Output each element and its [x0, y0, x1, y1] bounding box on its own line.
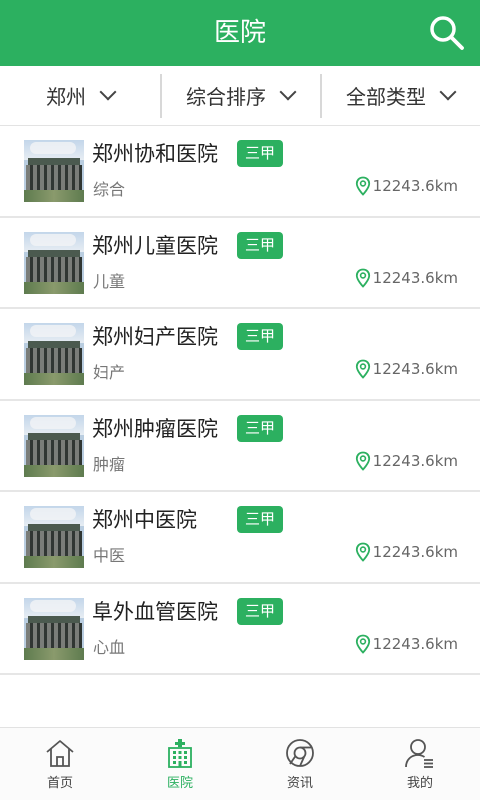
hospital-list-item[interactable]: 郑州儿童医院 三甲 儿童 12243.6km [0, 218, 480, 309]
hospital-list: 郑州协和医院 三甲 综合 12243.6km 郑州儿童医院 三甲 儿童 1224… [0, 126, 480, 675]
hospital-name: 郑州中医院 [92, 508, 197, 532]
hospital-level-badge: 三甲 [237, 414, 283, 442]
filter-type-label: 全部类型 [346, 85, 426, 109]
distance-text: 12243.6km [372, 360, 458, 378]
hospital-distance: 12243.6km [355, 357, 458, 381]
location-pin-icon [355, 359, 370, 379]
distance-text: 12243.6km [372, 634, 458, 653]
distance-text: 12243.6km [372, 268, 458, 287]
distance-text: 12243.6km [372, 177, 458, 195]
top-app-bar: 医院 [0, 0, 480, 66]
hospital-name: 郑州协和医院 [92, 142, 218, 166]
filter-city-label: 郑州 [46, 85, 86, 109]
tab-home[interactable]: 首页 [0, 728, 120, 800]
search-icon [430, 16, 464, 50]
tab-hospital-label: 医院 [166, 776, 193, 791]
tab-news[interactable]: 资讯 [240, 728, 360, 800]
filter-sort-label: 综合排序 [186, 85, 266, 109]
hospital-icon [168, 739, 192, 768]
tab-hospital[interactable]: 医院 [120, 728, 240, 800]
hospital-list-item[interactable]: 郑州肿瘤医院 三甲 肿瘤 12243.6km [0, 401, 480, 492]
hospital-level-badge: 三甲 [237, 140, 283, 167]
tab-profile[interactable]: 我的 [360, 728, 480, 800]
hospital-distance: 12243.6km [355, 266, 458, 290]
filter-bar: 郑州 综合排序 全部类型 [0, 66, 480, 126]
hospital-category: 妇产 [93, 363, 126, 382]
news-icon [286, 739, 314, 767]
hospital-category: 中医 [93, 546, 126, 565]
hospital-category: 肿瘤 [93, 454, 126, 474]
hospital-photo [24, 231, 84, 294]
distance-text: 12243.6km [372, 451, 458, 470]
hospital-distance: 12243.6km [355, 540, 458, 564]
hospital-level-badge: 三甲 [237, 323, 283, 350]
app-screen: 医院 郑州 综合排序 全部类型 郑州协和医院 三甲 综合 12243.6km 郑… [0, 0, 480, 800]
profile-icon [405, 739, 433, 768]
hospital-list-item[interactable]: 郑州中医院 三甲 中医 12243.6km [0, 492, 480, 584]
chevron-down-icon [279, 83, 297, 100]
hospital-level-badge: 三甲 [237, 597, 283, 625]
hospital-list-item[interactable]: 阜外血管医院 三甲 心血 12243.6km [0, 584, 480, 675]
tab-news-label: 资讯 [286, 776, 313, 791]
hospital-name: 郑州肿瘤医院 [92, 416, 218, 441]
tab-home-label: 首页 [46, 776, 73, 791]
bottom-tab-bar: 首页 医院 资讯 我的 [0, 727, 480, 800]
location-pin-icon [355, 542, 370, 562]
hospital-distance: 12243.6km [355, 174, 458, 198]
filter-city-dropdown[interactable]: 郑州 [0, 66, 160, 125]
hospital-category: 综合 [93, 180, 126, 199]
location-pin-icon [355, 268, 370, 288]
hospital-photo [24, 597, 84, 660]
chevron-down-icon [99, 83, 117, 100]
hospital-photo [24, 140, 84, 202]
hospital-category: 儿童 [93, 271, 126, 291]
distance-text: 12243.6km [372, 543, 458, 561]
hospital-name: 阜外血管医院 [92, 599, 218, 624]
home-icon [46, 740, 74, 767]
hospital-level-badge: 三甲 [237, 506, 283, 533]
filter-sort-dropdown[interactable]: 综合排序 [160, 66, 320, 125]
filter-type-dropdown[interactable]: 全部类型 [320, 66, 480, 125]
hospital-distance: 12243.6km [355, 632, 458, 656]
hospital-photo [24, 414, 84, 477]
chevron-down-icon [439, 83, 457, 100]
location-pin-icon [355, 634, 370, 654]
hospital-category: 心血 [93, 637, 126, 657]
hospital-name: 郑州妇产医院 [92, 325, 218, 349]
hospital-photo [24, 323, 84, 385]
hospital-photo [24, 506, 84, 568]
page-title: 医院 [213, 18, 266, 48]
hospital-list-item[interactable]: 郑州妇产医院 三甲 妇产 12243.6km [0, 309, 480, 401]
hospital-distance: 12243.6km [355, 449, 458, 473]
hospital-level-badge: 三甲 [237, 231, 283, 259]
tab-profile-label: 我的 [406, 776, 433, 791]
search-button[interactable] [428, 14, 466, 52]
location-pin-icon [355, 176, 370, 196]
location-pin-icon [355, 451, 370, 471]
hospital-list-item[interactable]: 郑州协和医院 三甲 综合 12243.6km [0, 126, 480, 218]
hospital-name: 郑州儿童医院 [92, 233, 218, 258]
